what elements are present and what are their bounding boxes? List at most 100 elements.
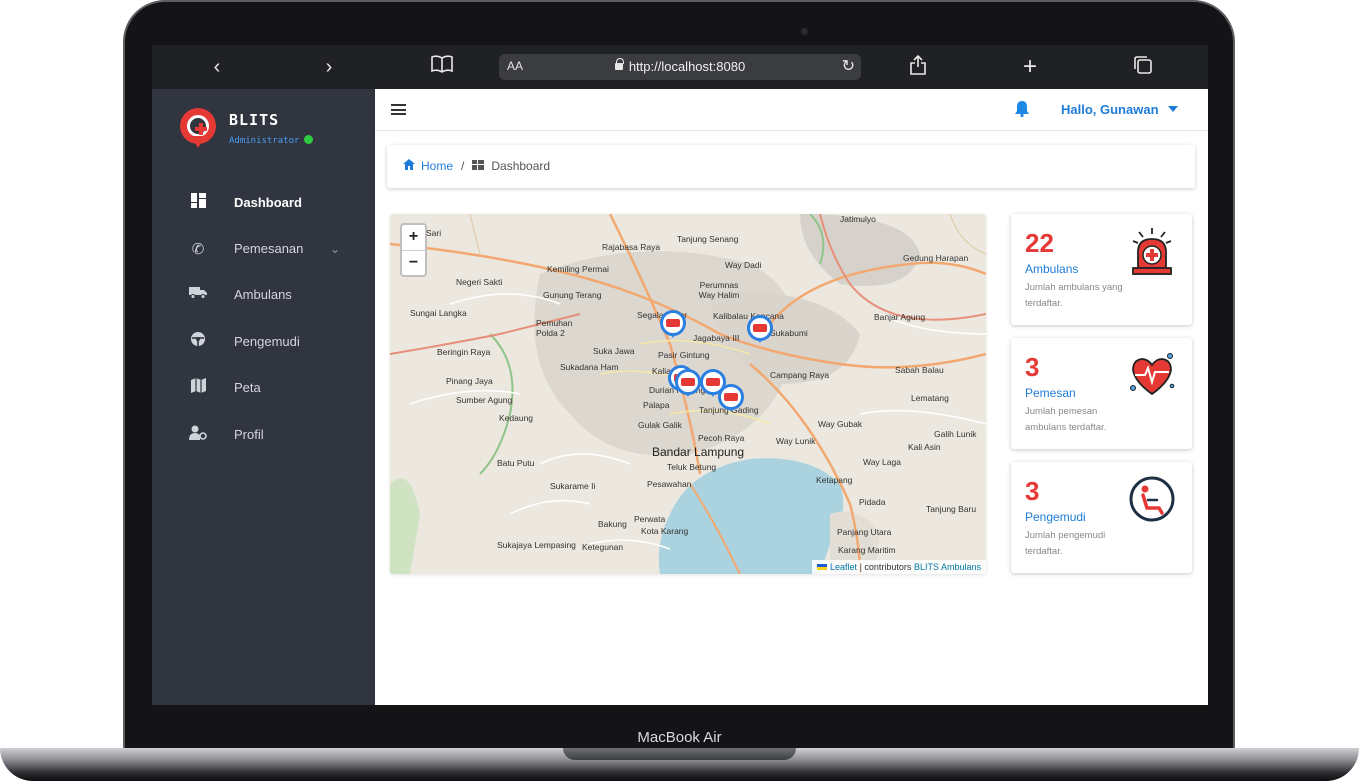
map-label: Karang Maritim <box>838 545 896 555</box>
map-label: Ketapang <box>816 475 853 485</box>
stat-description: Jumlah pemesan ambulans terdaftar. <box>1025 406 1107 433</box>
stat-description: Jumlah ambulans yang terdaftar. <box>1025 282 1123 309</box>
ambulance-marker[interactable] <box>660 310 686 338</box>
device-label: MacBook Air <box>637 729 722 746</box>
zoom-control: + − <box>400 223 427 277</box>
plus-icon[interactable]: + <box>1017 55 1043 79</box>
home-icon[interactable] <box>403 159 415 173</box>
user-menu-button[interactable]: Hallo, Gunawan <box>1061 102 1159 117</box>
address-bar[interactable]: AA http://localhost:8080 ↻ <box>499 54 861 80</box>
phone-call-icon: ✆ <box>191 240 205 258</box>
map-label: Sukabumi <box>770 328 808 338</box>
stat-title: Ambulans <box>1025 262 1079 276</box>
map-label: Lematang <box>911 393 949 403</box>
sidebar-item-label: Pengemudi <box>234 333 300 349</box>
map-label: Gulak Galik <box>638 420 682 430</box>
share-icon[interactable] <box>905 54 931 81</box>
map-label: Kemiling Permai <box>547 264 609 274</box>
zoom-out-button[interactable]: − <box>402 250 425 275</box>
reload-icon[interactable]: ↻ <box>842 56 855 76</box>
ambulance-siren-icon <box>1132 228 1172 275</box>
stat-title: Pemesan <box>1025 386 1076 400</box>
map-label: Way Gubak <box>818 419 863 429</box>
lock-icon <box>614 58 624 70</box>
map-label: Ketegunan <box>582 542 624 552</box>
map-label: Campang Raya <box>770 370 830 380</box>
map-label: Pinang Jaya <box>446 376 493 386</box>
breadcrumb-separator: / <box>461 159 465 173</box>
map-label: Pemuhan Polda 2 <box>536 318 573 338</box>
logo-icon[interactable] <box>180 108 216 148</box>
breadcrumb-home-link[interactable]: Home <box>421 159 453 173</box>
ambulance-map[interactable]: + − Rajabasa Raya Tanjung Senang Kemilin… <box>390 214 986 574</box>
map-label: Sungai Langka <box>410 308 467 318</box>
stat-card-pengemudi: 3 Pengemudi Jumlah pengemudi terdaftar. <box>1011 462 1192 573</box>
stat-card-ambulans: 22 Ambulans Jumlah ambulans yang terdaft… <box>1011 214 1192 325</box>
map-label: Jagabaya III <box>693 333 740 343</box>
map-label: Sumber Agung <box>456 395 513 405</box>
app-name: BLITS <box>229 111 280 129</box>
online-status-dot <box>304 135 314 144</box>
url-value: http://localhost:8080 <box>628 59 746 74</box>
map-label: Banjar Agung <box>874 312 926 322</box>
map-label: Perwata <box>634 514 666 524</box>
sidebar-item-pemesanan[interactable]: ✆ Pemesanan ⌄ <box>152 225 375 271</box>
map-label: Way Dadi <box>725 260 762 270</box>
map-label: Suka Jawa <box>593 346 635 356</box>
sidebar-nav: Dashboard ✆ Pemesanan ⌄ Ambulans Pengemu… <box>152 179 375 457</box>
steering-wheel-icon <box>188 331 208 351</box>
ukraine-flag-icon <box>817 564 828 570</box>
truck-icon <box>188 286 208 303</box>
map-label: Gunung Terang <box>543 290 602 300</box>
map-label: Pesawahan <box>647 479 692 489</box>
map-label: Galih Lunik <box>934 429 977 439</box>
map-label: Sukarame Ii <box>550 481 596 491</box>
caret-down-icon[interactable] <box>1168 106 1178 112</box>
main-content: Home / Dashboard + − Rajabasa Raya Tanju… <box>375 131 1208 705</box>
screen: ‹ › AA http://localhost:8080 ↻ + BLITS A… <box>152 45 1208 705</box>
blits-link[interactable]: BLITS Ambulans <box>914 562 981 572</box>
sidebar-item-label: Pemesanan <box>234 241 304 257</box>
stat-value: 22 <box>1025 228 1054 258</box>
book-icon[interactable] <box>429 55 455 79</box>
map-label: Batu Putu <box>497 458 535 468</box>
sidebar-item-peta[interactable]: Peta <box>152 365 375 411</box>
ambulance-marker[interactable] <box>747 315 773 343</box>
map-label: Sukajaya Lempasing <box>497 540 576 550</box>
sidebar-item-dashboard[interactable]: Dashboard <box>152 179 375 225</box>
ambulance-marker[interactable] <box>675 369 701 397</box>
chevron-right-icon[interactable]: › <box>316 55 342 79</box>
user-cog-icon <box>188 425 208 444</box>
stat-card-pemesan: 3 Pemesan Jumlah pemesan ambulans terdaf… <box>1011 338 1192 449</box>
map-label: Pecoh Raya <box>698 433 745 443</box>
map-label: Teluk Betung <box>667 462 717 472</box>
stat-description: Jumlah pengemudi terdaftar. <box>1025 530 1106 557</box>
map-label: Panjang Utara <box>837 527 892 537</box>
dashboard-icon <box>188 192 208 212</box>
breadcrumb-current: Dashboard <box>491 159 551 173</box>
sidebar-item-profil[interactable]: Profil <box>152 411 375 457</box>
map-label: Pasir Gintung <box>658 350 710 360</box>
map-label: Gedung Harapan <box>903 253 969 263</box>
sidebar-item-label: Peta <box>234 380 261 396</box>
stat-value: 3 <box>1025 476 1040 506</box>
driver-seat-icon <box>1129 476 1175 522</box>
leaflet-link[interactable]: Leaflet <box>830 562 857 572</box>
sidebar-item-ambulans[interactable]: Ambulans <box>152 272 375 318</box>
chevron-left-icon[interactable]: ‹ <box>204 55 230 79</box>
tabs-icon[interactable] <box>1130 55 1156 81</box>
top-navbar: Hallo, Gunawan <box>375 89 1208 131</box>
zoom-in-button[interactable]: + <box>402 225 425 250</box>
sidebar-item-label: Profil <box>234 426 264 442</box>
sidebar-item-pengemudi[interactable]: Pengemudi <box>152 318 375 364</box>
hamburger-menu-icon[interactable] <box>391 104 406 115</box>
stat-title: Pengemudi <box>1025 510 1086 524</box>
browser-toolbar: ‹ › AA http://localhost:8080 ↻ + <box>152 45 1208 89</box>
ambulance-marker[interactable] <box>718 384 744 412</box>
map-label: Bakung <box>598 519 627 529</box>
heart-pulse-icon <box>1130 353 1175 396</box>
user-role: Administrator <box>229 135 314 146</box>
bell-icon[interactable] <box>1015 100 1029 122</box>
map-label: Way Lunik <box>776 436 816 446</box>
map-label: Sukadana Ham <box>560 362 619 372</box>
